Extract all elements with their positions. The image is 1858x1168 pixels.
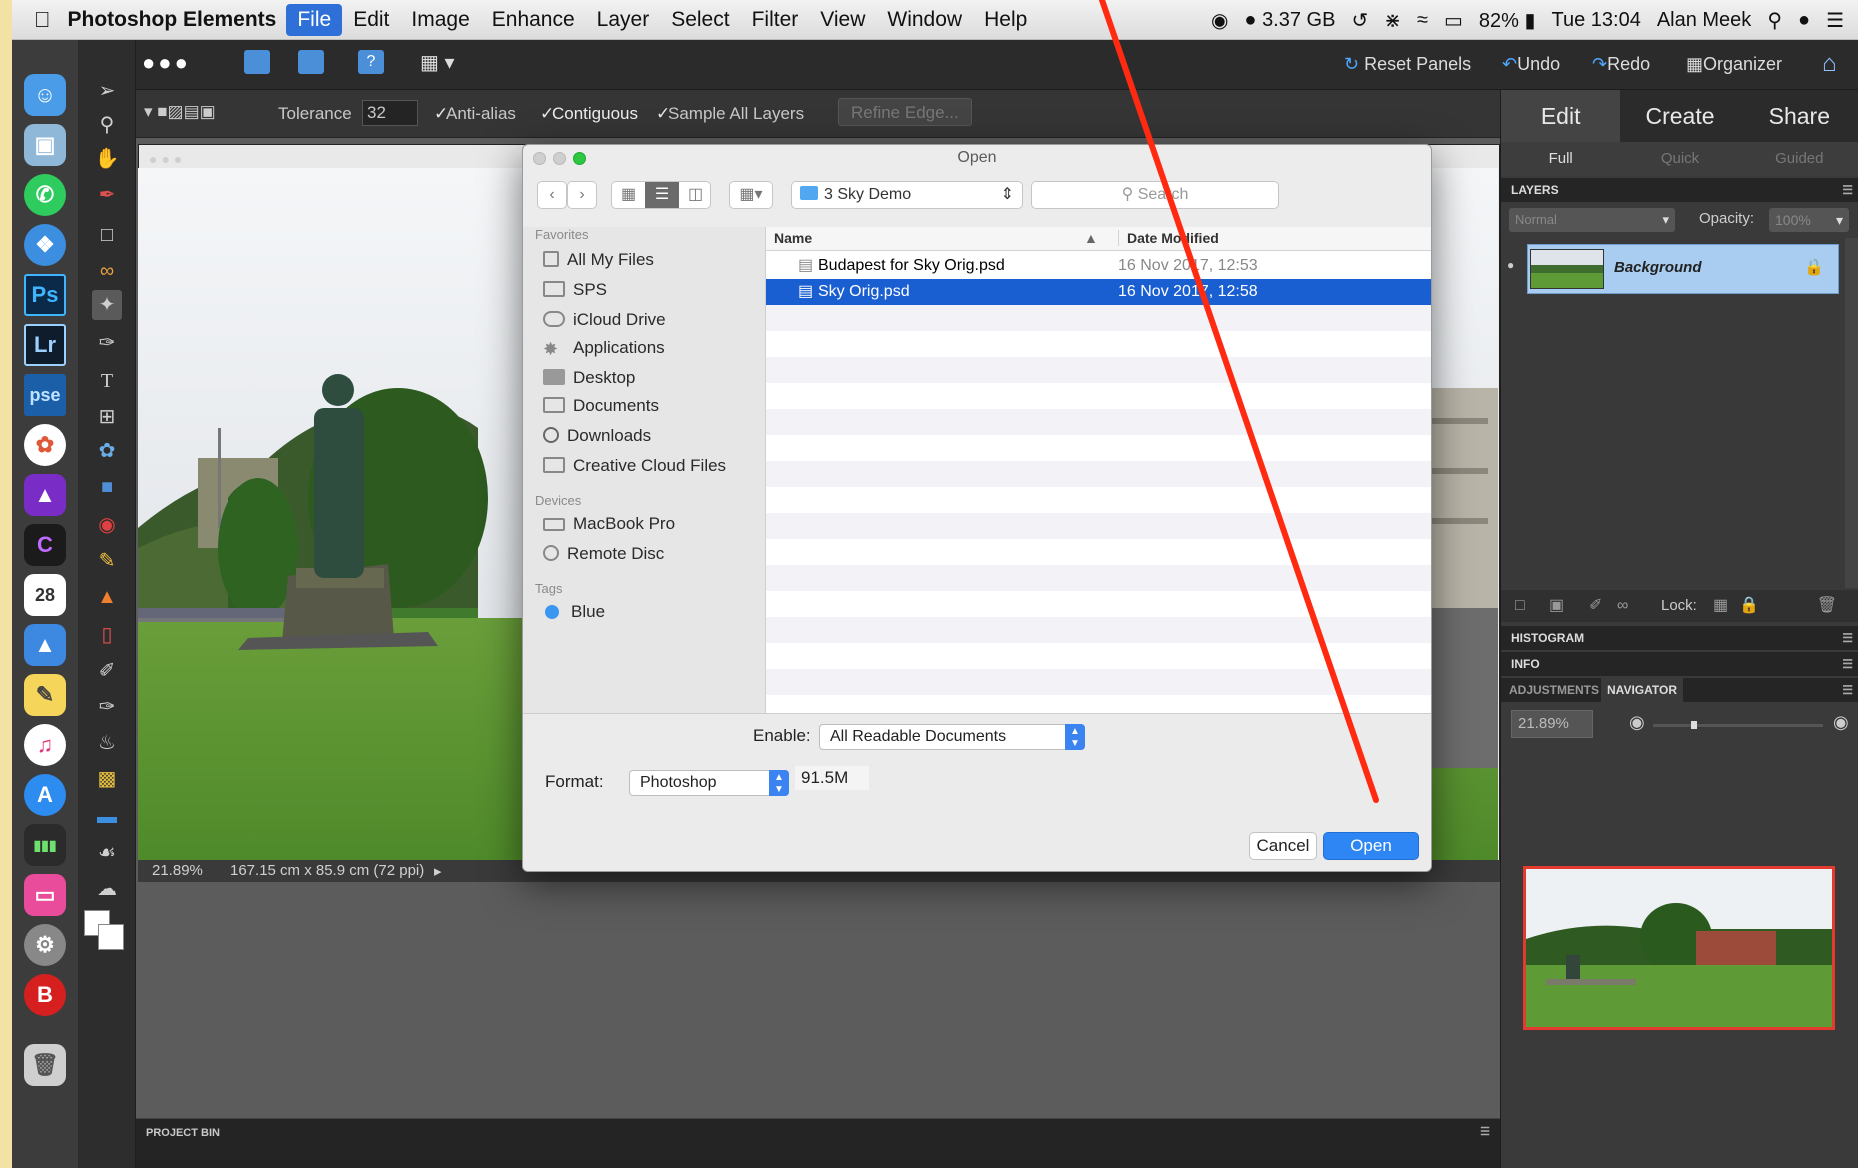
annotation-arrow <box>1099 0 1379 803</box>
